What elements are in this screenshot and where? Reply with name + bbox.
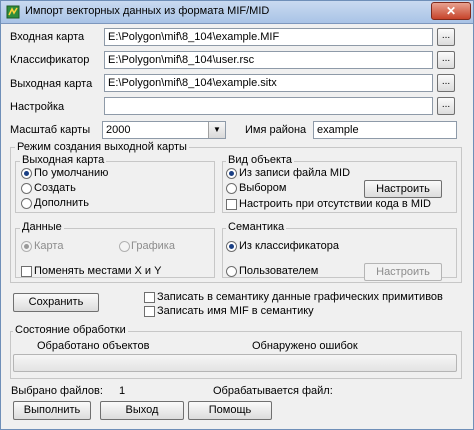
radio-append[interactable] — [21, 198, 32, 209]
classifier-field[interactable]: E:\Polygon\mif\8_104\user.rsc — [104, 51, 433, 69]
write-mif-name-checkbox[interactable] — [144, 306, 155, 317]
scale-label: Масштаб карты — [10, 124, 91, 136]
swap-xy-label[interactable]: Поменять местами X и Y — [34, 265, 161, 277]
input-map-label: Входная карта — [10, 31, 85, 43]
radio-graphics[interactable] — [119, 241, 130, 252]
radio-from-classifier[interactable] — [226, 241, 237, 252]
radio-append-label[interactable]: Дополнить — [34, 197, 89, 209]
input-map-field[interactable]: E:\Polygon\mif\8_104\example.MIF — [104, 28, 433, 46]
help-button[interactable]: Помощь — [188, 401, 272, 420]
radio-default[interactable] — [21, 168, 32, 179]
import-dialog: Импорт векторных данных из формата MIF/M… — [0, 0, 474, 430]
output-map-field[interactable]: E:\Polygon\mif\8_104\example.sitx — [104, 74, 433, 92]
files-selected-value: 1 — [119, 385, 126, 397]
settings-label: Настройка — [10, 101, 65, 113]
radio-from-mid[interactable] — [226, 168, 237, 179]
swap-xy-checkbox[interactable] — [21, 266, 32, 277]
radio-by-user[interactable] — [226, 266, 237, 277]
radio-from-mid-label[interactable]: Из записи файла MID — [239, 167, 350, 179]
radio-default-label[interactable]: По умолчанию — [34, 167, 108, 179]
semantics-group-title: Семантика — [226, 221, 287, 233]
run-button[interactable]: Выполнить — [13, 401, 91, 420]
radio-from-classifier-label[interactable]: Из классификатора — [239, 240, 339, 252]
save-button[interactable]: Сохранить — [13, 293, 99, 312]
setup-missing-label[interactable]: Настроить при отсутствии кода в MID — [239, 198, 431, 210]
scale-value: 2000 — [106, 124, 131, 136]
write-graphic-checkbox[interactable] — [144, 292, 155, 303]
output-map-label: Выходная карта — [10, 78, 93, 90]
classifier-browse-button[interactable]: ... — [437, 51, 455, 69]
semantics-setup-button[interactable]: Настроить — [364, 263, 442, 281]
chevron-down-icon[interactable]: ▼ — [208, 122, 225, 138]
processing-file-label: Обрабатывается файл: — [213, 385, 333, 397]
status-group-title: Состояние обработки — [13, 324, 128, 336]
mode-group-title: Режим создания выходной карты — [15, 141, 189, 153]
radio-map-label[interactable]: Карта — [34, 240, 63, 252]
radio-create-label[interactable]: Создать — [34, 182, 76, 194]
write-mif-name-label[interactable]: Записать имя MIF в семантику — [157, 305, 314, 317]
region-label: Имя района — [245, 124, 307, 136]
write-graphic-label[interactable]: Записать в семантику данные графических … — [157, 291, 443, 303]
settings-browse-button[interactable]: ... — [437, 97, 455, 115]
setup-missing-checkbox[interactable] — [226, 199, 237, 210]
input-map-browse-button[interactable]: ... — [437, 28, 455, 46]
object-setup-button[interactable]: Настроить — [364, 180, 442, 198]
map-app-icon — [6, 5, 20, 19]
radio-create[interactable] — [21, 183, 32, 194]
files-selected-label: Выбрано файлов: — [11, 385, 103, 397]
errors-label: Обнаружено ошибок — [252, 340, 358, 352]
radio-by-choice[interactable] — [226, 183, 237, 194]
object-type-group-title: Вид объекта — [226, 154, 294, 166]
classifier-label: Классификатор — [10, 54, 90, 66]
radio-graphics-label[interactable]: Графика — [131, 240, 175, 252]
region-field[interactable]: example — [313, 121, 457, 139]
data-group-title: Данные — [20, 221, 64, 233]
output-map-browse-button[interactable]: ... — [437, 74, 455, 92]
exit-button[interactable]: Выход — [100, 401, 184, 420]
window-title: Импорт векторных данных из формата MIF/M… — [25, 5, 270, 17]
close-button[interactable]: ✕ — [431, 2, 471, 20]
radio-by-choice-label[interactable]: Выбором — [239, 182, 286, 194]
radio-by-user-label[interactable]: Пользователем — [239, 265, 318, 277]
settings-field[interactable] — [104, 97, 433, 115]
scale-select[interactable]: 2000 ▼ — [102, 121, 226, 139]
processed-label: Обработано объектов — [37, 340, 150, 352]
progress-bar — [13, 354, 457, 372]
radio-map[interactable] — [21, 241, 32, 252]
title-bar[interactable]: Импорт векторных данных из формата MIF/M… — [1, 1, 473, 24]
output-map-group-title: Выходная карта — [20, 154, 107, 166]
